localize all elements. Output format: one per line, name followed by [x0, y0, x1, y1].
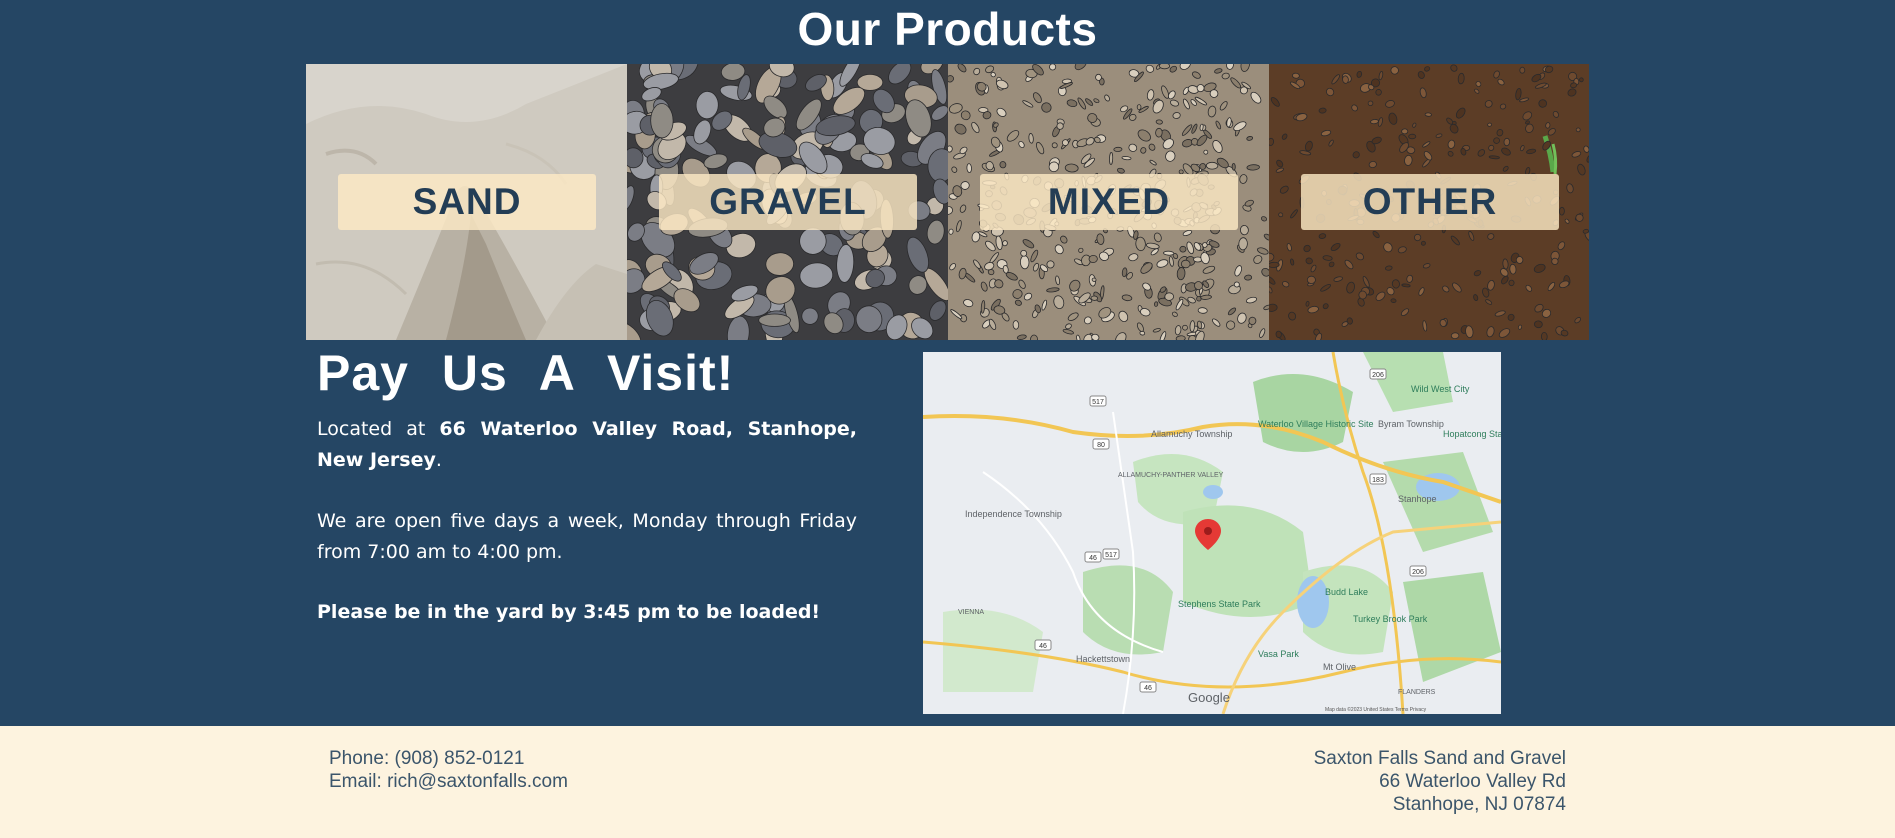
- loading-notice: Please be in the yard by 3:45 pm to be l…: [317, 601, 821, 623]
- city-state-zip: Stanhope, NJ 07874: [1392, 794, 1566, 815]
- route-number: 46: [1039, 643, 1047, 650]
- map-place-label: Independence Township: [965, 509, 1062, 519]
- street-address: 66 Waterloo Valley Rd: [1379, 771, 1566, 792]
- email-text[interactable]: Email: rich@saxtonfalls.com: [329, 770, 568, 793]
- mixed-label[interactable]: MIXED: [980, 174, 1238, 230]
- hours-text: We are open five days a week, Monday thr…: [317, 510, 857, 563]
- map-attribution[interactable]: Map data ©2023 United States Terms Priva…: [1325, 706, 1427, 713]
- map-place-label: Byram Township: [1378, 419, 1444, 429]
- map-place-label: Mt Olive: [1323, 662, 1356, 672]
- route-number: 206: [1372, 372, 1384, 379]
- google-logo: Google: [1188, 690, 1230, 705]
- route-number: 206: [1412, 569, 1424, 576]
- route-number: 46: [1144, 685, 1152, 692]
- map-place-label: Budd Lake: [1325, 587, 1368, 597]
- location-map[interactable]: Wild West City Byram Township Hopatcong St…: [923, 352, 1501, 714]
- products-heading: Our Products: [797, 3, 1098, 55]
- visit-heading: Pay Us A Visit!: [317, 345, 735, 401]
- map-place-label: Hackettstown: [1076, 654, 1130, 664]
- gravel-label[interactable]: GRAVEL: [659, 174, 917, 230]
- product-tile-mixed[interactable]: MIXED: [948, 64, 1269, 340]
- footer-address: Saxton Falls Sand and Gravel 66 Waterloo…: [1314, 747, 1566, 816]
- phone-text: Phone: (908) 852-0121: [329, 748, 525, 769]
- footer-contact: Phone: (908) 852-0121 Email: rich@saxton…: [329, 747, 568, 793]
- map-place-label: Stanhope: [1398, 494, 1437, 504]
- route-number: 517: [1092, 399, 1104, 406]
- product-tiles: SAND GRAVEL MIXED OTHER: [306, 64, 1589, 340]
- map-canvas[interactable]: Wild West City Byram TownshipHopatcong St…: [923, 352, 1501, 714]
- map-place-label: Stephens State Park: [1178, 599, 1261, 609]
- route-number: 517: [1105, 552, 1117, 559]
- map-place-label: VIENNA: [958, 609, 984, 616]
- map-place-label: Allamuchy Township: [1151, 429, 1232, 439]
- product-tile-gravel[interactable]: GRAVEL: [627, 64, 948, 340]
- sand-label[interactable]: SAND: [338, 174, 596, 230]
- map-place-label: FLANDERS: [1398, 689, 1436, 696]
- location-prefix: Located at: [317, 418, 440, 440]
- product-tile-other[interactable]: OTHER: [1269, 64, 1589, 340]
- location-suffix: .: [435, 449, 442, 471]
- route-number: 183: [1372, 477, 1384, 484]
- main-section: Our Products SAND GRAVEL MIXED OTHER Pay…: [0, 0, 1895, 726]
- route-number: 80: [1097, 442, 1105, 449]
- map-place-label: ALLAMUCHY-PANTHER VALLEY: [1118, 472, 1224, 479]
- map-place-label: Wild West City: [1411, 384, 1470, 394]
- product-tile-sand[interactable]: SAND: [306, 64, 627, 340]
- map-place-label: Hopatcong State: [1443, 429, 1501, 439]
- route-number: 46: [1089, 555, 1097, 562]
- location-text: Located at 66 Waterloo Valley Road, Stan…: [317, 414, 857, 476]
- map-place-label: Waterloo Village Historic Site: [1258, 419, 1374, 429]
- map-place-label: Turkey Brook Park: [1353, 614, 1428, 624]
- company-name: Saxton Falls Sand and Gravel: [1313, 748, 1566, 769]
- map-place-label: Vasa Park: [1258, 649, 1299, 659]
- other-label[interactable]: OTHER: [1301, 174, 1559, 230]
